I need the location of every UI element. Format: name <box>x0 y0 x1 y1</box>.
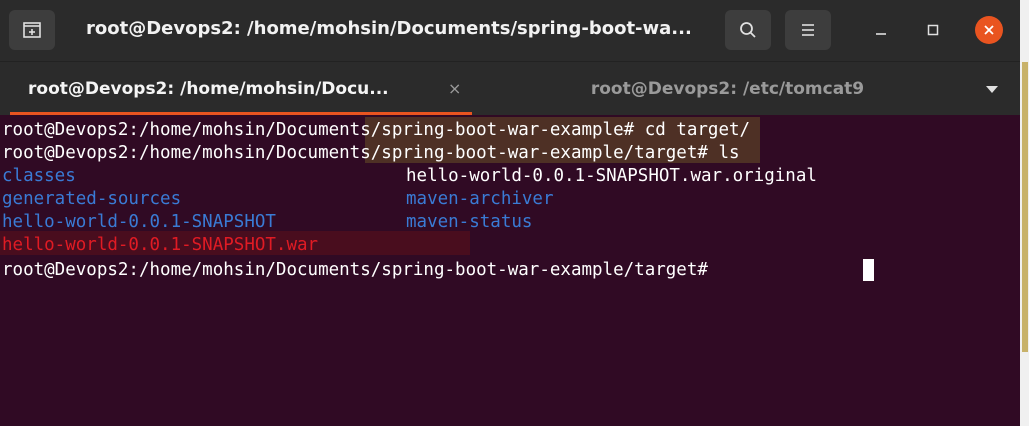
chevron-down-icon[interactable] <box>984 83 1000 95</box>
maximize-button[interactable] <box>921 18 945 42</box>
listing-directory: generated-sources <box>2 189 182 209</box>
tab-label: root@Devops2: /home/mohsin/Docu... <box>28 79 389 99</box>
text-cursor <box>863 259 874 281</box>
menu-button[interactable] <box>785 10 831 50</box>
search-icon <box>740 22 756 38</box>
listing-file: hello-world-0.0.1-SNAPSHOT.war.original <box>406 166 817 186</box>
listing-directory: maven-status <box>406 212 533 232</box>
listing-directory: maven-archiver <box>406 189 554 209</box>
new-tab-icon <box>23 22 41 38</box>
tab-close-icon[interactable]: × <box>448 79 461 98</box>
minimize-button[interactable] <box>869 18 893 42</box>
scrollbar-thumb[interactable] <box>1022 62 1028 352</box>
prompt-line: root@Devops2:/home/mohsin/Documents/spri… <box>2 260 719 280</box>
tab-bar: root@Devops2: /home/mohsin/Docu... × roo… <box>0 61 1020 116</box>
close-icon <box>984 25 994 35</box>
new-tab-button[interactable] <box>9 10 55 50</box>
terminal-window: root@Devops2: /home/mohsin/Documents/spr… <box>0 0 1020 426</box>
tab-label: root@Devops2: /etc/tomcat9 <box>590 79 865 99</box>
close-window-button[interactable] <box>975 16 1003 44</box>
tab-etc-tomcat9[interactable]: root@Devops2: /etc/tomcat9 <box>500 62 955 116</box>
hamburger-menu-icon <box>802 24 814 36</box>
command-line: root@Devops2:/home/mohsin/Documents/spri… <box>2 120 751 140</box>
tab-mohsin-documents[interactable]: root@Devops2: /home/mohsin/Docu... × <box>10 62 472 116</box>
window-title: root@Devops2: /home/mohsin/Documents/spr… <box>86 18 692 39</box>
terminal-output[interactable]: root@Devops2:/home/mohsin/Documents/spri… <box>0 115 1020 426</box>
maximize-icon <box>927 24 939 36</box>
minimize-icon <box>876 33 886 35</box>
search-button[interactable] <box>725 10 771 50</box>
listing-directory: classes <box>2 166 76 186</box>
listing-directory: hello-world-0.0.1-SNAPSHOT <box>2 212 276 232</box>
command-line: root@Devops2:/home/mohsin/Documents/spri… <box>2 143 740 163</box>
listing-war-file: hello-world-0.0.1-SNAPSHOT.war <box>2 235 319 255</box>
title-bar: root@Devops2: /home/mohsin/Documents/spr… <box>0 0 1020 61</box>
